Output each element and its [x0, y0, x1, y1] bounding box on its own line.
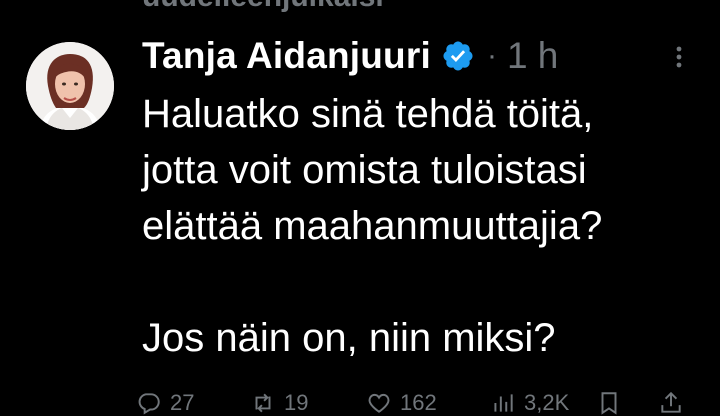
reply-icon: [138, 393, 160, 415]
views-count: 3,2K: [524, 390, 570, 415]
bookmark-icon: [601, 392, 617, 415]
heart-icon: [368, 393, 390, 413]
tweet-body-text: Haluatko sinä tehdä töitä, jotta voit om…: [142, 92, 603, 360]
share-button[interactable]: [658, 390, 692, 416]
reply-count: 27: [170, 390, 195, 415]
author-name[interactable]: Tanja Aidanjuuri: [142, 34, 431, 78]
author-avatar[interactable]: [26, 42, 114, 130]
views-chart-icon: [494, 394, 513, 412]
avatar-portrait-image: [26, 42, 114, 130]
more-options-icon[interactable]: [664, 44, 694, 70]
share-icon: [661, 391, 681, 413]
views-button[interactable]: 3,2K: [490, 390, 596, 416]
previous-tweet-fragment: uudelleenjulkaisi: [142, 0, 384, 14]
like-count: 162: [400, 390, 437, 415]
repost-count: 19: [284, 390, 309, 415]
repost-icon: [255, 393, 271, 413]
repost-button[interactable]: 19: [250, 390, 366, 416]
bookmark-button[interactable]: [596, 390, 658, 416]
tweet-action-bar: 27 19 162 3,2K: [136, 390, 692, 416]
verified-badge-icon[interactable]: [441, 39, 475, 73]
reply-button[interactable]: 27: [136, 390, 250, 416]
tweet-header: Tanja Aidanjuuri · 1 h: [142, 34, 558, 78]
tweet-timestamp[interactable]: 1 h: [507, 34, 558, 78]
header-separator: ·: [486, 39, 497, 72]
like-button[interactable]: 162: [366, 390, 490, 416]
